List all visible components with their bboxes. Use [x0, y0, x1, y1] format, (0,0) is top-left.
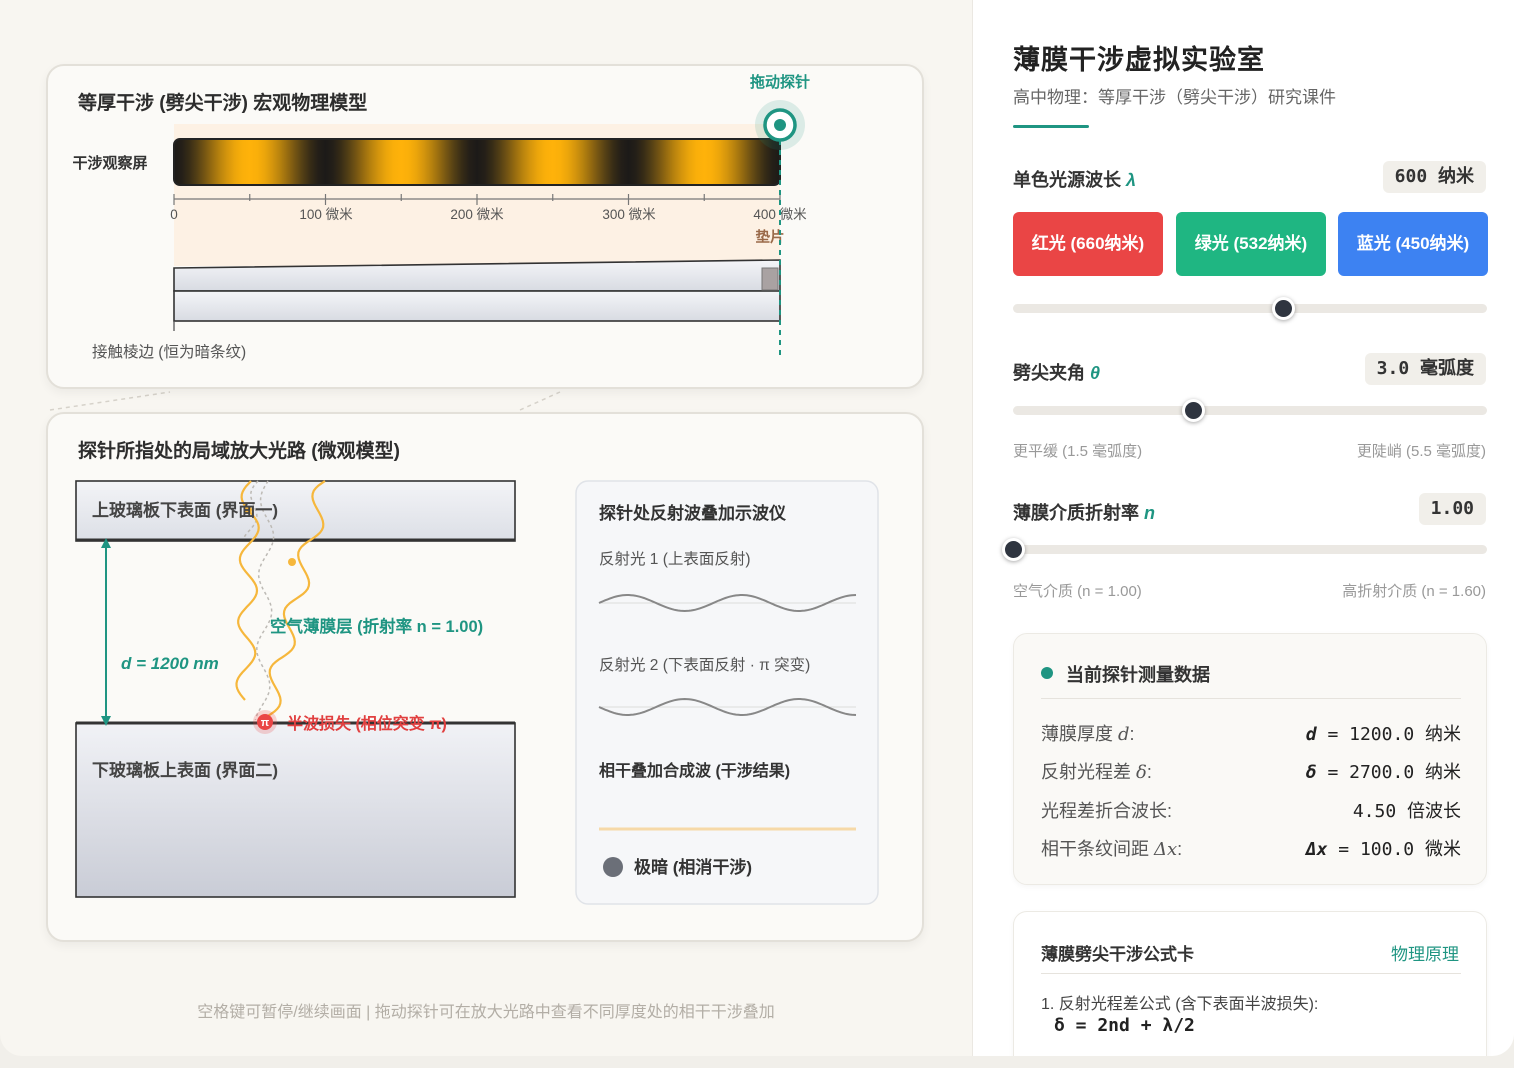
wavelength-label-group: 单色光源波长 λ — [1013, 166, 1136, 192]
row-label: 相干条纹间距 — [1041, 839, 1155, 859]
angle-label: 劈尖夹角 — [1013, 363, 1085, 383]
result-label: 极暗 (相消干涉) — [634, 857, 752, 877]
live-indicator-icon — [1041, 667, 1053, 679]
row-value: = 100.0 微米 — [1327, 839, 1461, 860]
wavelength-label: 单色光源波长 — [1013, 170, 1121, 190]
row-label: 薄膜厚度 — [1041, 724, 1119, 744]
row-value: = 2700.0 纳米 — [1316, 762, 1461, 783]
angle-symbol: θ — [1090, 363, 1101, 383]
angle-slider[interactable] — [1013, 399, 1487, 422]
pi-symbol: π — [261, 717, 270, 729]
data-row-thickness: 薄膜厚度 d: d = 1200.0 纳米 — [1041, 724, 1461, 745]
angle-max-hint: 更陡峭 (5.5 毫弧度) — [1356, 443, 1486, 460]
data-row-fringe-spacing: 相干条纹间距 Δx: Δx = 100.0 微米 — [1041, 839, 1461, 860]
row-value-symbol: Δx — [1305, 839, 1328, 860]
formula-card: 薄膜劈尖干涉公式卡 物理原理 1. 反射光程差公式 (含下表面半波损失): δ … — [1013, 911, 1487, 1056]
row-label: 光程差折合波长: — [1041, 801, 1173, 821]
thickness-label: d = 1200 nm — [121, 654, 219, 673]
row-label: 反射光程差 — [1041, 762, 1137, 782]
row-symbol: δ — [1136, 762, 1147, 783]
index-max-hint: 高折射介质 (n = 1.60) — [1342, 583, 1486, 600]
row-value-symbol: δ — [1305, 762, 1317, 783]
green-light-button[interactable]: 绿光 (532纳米) — [1176, 212, 1326, 276]
index-slider[interactable] — [1001, 538, 1487, 561]
index-value: 1.00 — [1418, 493, 1486, 525]
wavelength-value: 600 纳米 — [1382, 161, 1486, 193]
formula-title: 薄膜劈尖干涉公式卡 — [1041, 945, 1194, 964]
lower-plate-label: 下玻璃板上表面 (界面二) — [92, 760, 278, 780]
panel-title: 薄膜干涉虚拟实验室 — [1013, 45, 1265, 75]
wavelength-symbol: λ — [1126, 170, 1137, 190]
data-row-path-diff: 反射光程差 δ: δ = 2700.0 纳米 — [1041, 762, 1461, 783]
red-light-button[interactable]: 红光 (660纳米) — [1013, 212, 1163, 276]
physics-principle-link[interactable]: 物理原理 — [1391, 940, 1459, 965]
oscilloscope-panel — [575, 480, 879, 905]
app-window: 等厚干涉 (劈尖干涉) 宏观物理模型 干涉观察屏 0 100 微米 200 微米 — [0, 0, 1514, 1056]
panel-subtitle: 高中物理：等厚干涉（劈尖干涉）研究课件 — [1013, 88, 1336, 107]
wavelength-slider[interactable] — [1013, 297, 1487, 320]
micro-lower-plate — [75, 722, 516, 898]
scope-title: 探针处反射波叠加示波仪 — [599, 503, 787, 523]
wavelength-slider-thumb[interactable] — [1271, 297, 1295, 320]
simulation-stage: 等厚干涉 (劈尖干涉) 宏观物理模型 干涉观察屏 0 100 微米 200 微米 — [0, 0, 972, 1056]
angle-slider-thumb[interactable] — [1181, 399, 1205, 422]
formula-line-2: δ = 2nd + λ/2 — [1054, 1015, 1195, 1036]
air-layer-label: 空气薄膜层 (折射率 n = 1.00) — [270, 616, 483, 636]
accent-bar — [1013, 125, 1089, 128]
row-value: 4.50 倍波长 — [1352, 801, 1461, 822]
sum-label: 相干叠加合成波 (干涉结果) — [599, 761, 790, 780]
result-indicator — [603, 857, 623, 877]
row-symbol: d — [1118, 724, 1130, 745]
blue-light-button[interactable]: 蓝光 (450纳米) — [1338, 212, 1488, 276]
upper-plate-label: 上玻璃板下表面 (界面一) — [92, 500, 278, 520]
wave2-label: 反射光 2 (下表面反射 · π 突变) — [599, 656, 810, 674]
wave1-label: 反射光 1 (上表面反射) — [599, 550, 751, 568]
index-slider-thumb[interactable] — [1001, 538, 1025, 561]
angle-min-hint: 更平缓 (1.5 毫弧度) — [1013, 443, 1143, 460]
control-panel: 薄膜干涉虚拟实验室 高中物理：等厚干涉（劈尖干涉）研究课件 单色光源波长 λ 6… — [972, 0, 1514, 1056]
index-symbol: n — [1144, 503, 1156, 523]
index-min-hint: 空气介质 (n = 1.00) — [1013, 583, 1142, 600]
row-value: = 1200.0 纳米 — [1316, 724, 1461, 745]
angle-value: 3.0 毫弧度 — [1364, 353, 1486, 385]
measurement-divider — [1041, 698, 1461, 699]
index-label-group: 薄膜介质折射率 n — [1013, 499, 1155, 525]
measurement-title: 当前探针测量数据 — [1066, 665, 1210, 685]
measurement-card: 当前探针测量数据 薄膜厚度 d: d = 1200.0 纳米 反射光程差 δ: … — [1013, 633, 1487, 885]
formula-line-1: 1. 反射光程差公式 (含下表面半波损失): — [1041, 996, 1319, 1013]
row-value-symbol: d — [1305, 724, 1317, 745]
formula-divider — [1041, 973, 1461, 974]
row-symbol: Δx — [1154, 839, 1178, 860]
footer-hint: 空格键可暂停/继续画面 | 拖动探针可在放大光路中查看不同厚度处的相干干涉叠加 — [197, 1004, 775, 1021]
data-row-wavelengths: 光程差折合波长: 4.50 倍波长 — [1041, 793, 1461, 822]
photon-dot-2 — [288, 558, 296, 566]
angle-label-group: 劈尖夹角 θ — [1013, 359, 1100, 385]
micro-diagram: 上玻璃板下表面 (界面一) 下玻璃板上表面 (界面二) d = 1200 nm … — [75, 480, 879, 905]
half-wave-label: 半波损失 (相位突变 π) — [287, 714, 447, 733]
index-label: 薄膜介质折射率 — [1013, 503, 1139, 523]
